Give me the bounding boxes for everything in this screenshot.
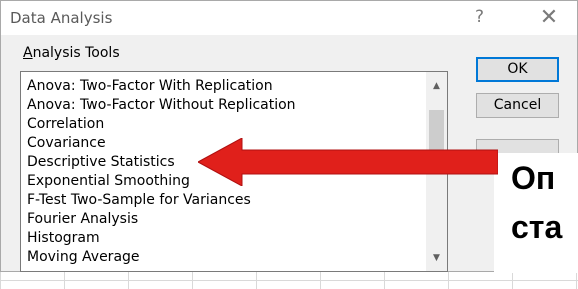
scroll-up-arrow-icon[interactable]: ▲: [426, 77, 447, 95]
ok-button[interactable]: OK: [476, 57, 559, 82]
annotation-text-line-1: Оп: [511, 160, 556, 196]
list-item[interactable]: Fourier Analysis: [27, 210, 138, 228]
list-item[interactable]: Covariance: [27, 134, 106, 152]
dialog-title: Data Analysis: [10, 9, 113, 27]
cancel-button[interactable]: Cancel: [476, 93, 559, 118]
list-item[interactable]: Anova: Two-Factor Without Replication: [27, 96, 296, 114]
red-arrow-icon: [198, 138, 498, 186]
list-item[interactable]: Exponential Smoothing: [27, 172, 190, 190]
access-key-letter: A: [23, 45, 33, 61]
list-item[interactable]: Descriptive Statistics: [27, 153, 175, 171]
data-analysis-dialog: Data Analysis ? ✕ Analysis Tools Anova: …: [0, 0, 578, 272]
list-item[interactable]: F-Test Two-Sample for Variances: [27, 191, 251, 209]
help-button[interactable]: ?: [475, 7, 484, 27]
analysis-tools-label-text: nalysis Tools: [32, 45, 120, 61]
list-item[interactable]: Correlation: [27, 115, 104, 133]
list-item[interactable]: Moving Average: [27, 248, 140, 266]
red-arrow-shape: [198, 138, 498, 186]
annotation-text-line-2: ста: [511, 209, 563, 245]
close-button[interactable]: ✕: [534, 5, 564, 31]
scroll-down-arrow-icon[interactable]: ▼: [426, 249, 447, 267]
analysis-tools-label: Analysis Tools: [23, 45, 120, 61]
title-bar: Data Analysis ? ✕: [1, 1, 577, 35]
list-item[interactable]: Anova: Two-Factor With Replication: [27, 77, 273, 95]
list-item[interactable]: Histogram: [27, 229, 100, 247]
